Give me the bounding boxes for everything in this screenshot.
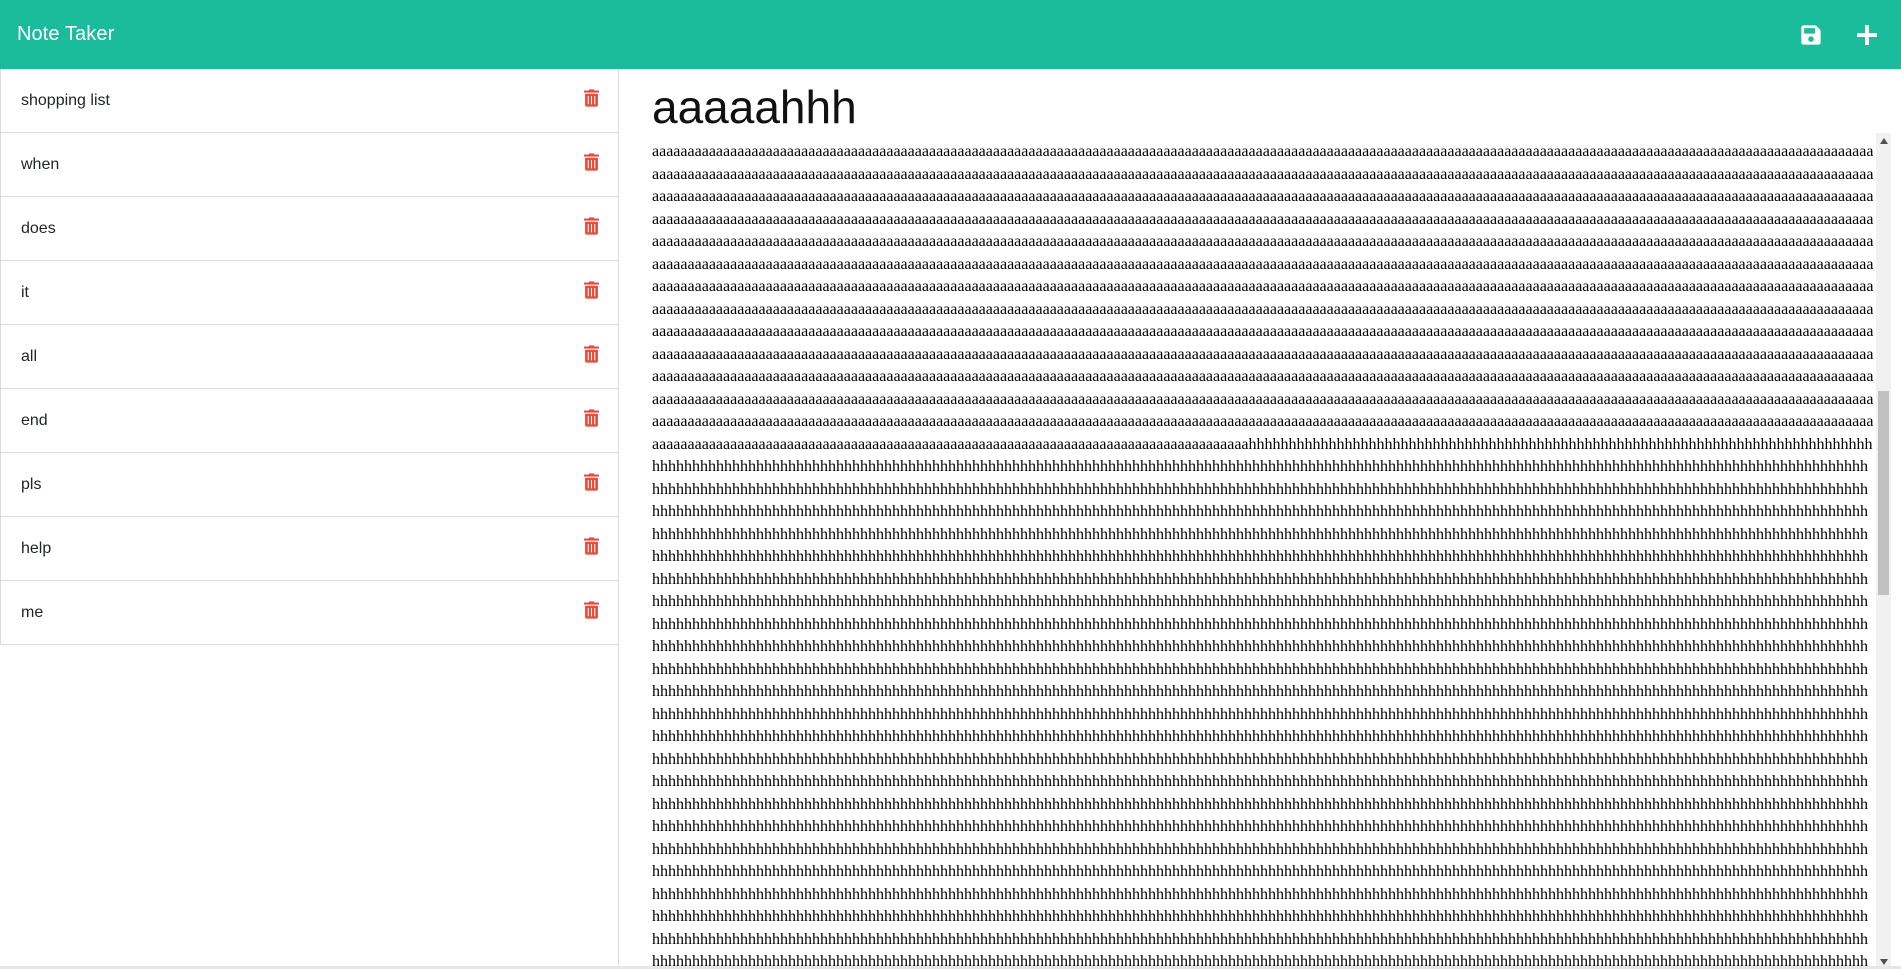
note-list-item-title: pls: [21, 475, 42, 493]
app-title[interactable]: Note Taker: [17, 23, 114, 46]
note-list-item[interactable]: it: [1, 261, 618, 325]
note-list-item[interactable]: help: [1, 517, 618, 581]
note-list-item-title: it: [21, 283, 29, 301]
note-editor: [620, 69, 1901, 969]
note-list: shopping list when does it all end pls help me: [0, 69, 618, 645]
navbar: Note Taker: [0, 0, 1901, 69]
trash-icon[interactable]: [582, 216, 600, 236]
note-body-textarea[interactable]: [652, 141, 1897, 969]
note-list-item[interactable]: does: [1, 197, 618, 261]
note-list-item-title: when: [21, 155, 60, 173]
note-list-item[interactable]: end: [1, 389, 618, 453]
trash-icon[interactable]: [582, 536, 600, 556]
trash-icon[interactable]: [582, 88, 600, 108]
trash-icon[interactable]: [582, 600, 600, 620]
note-list-item-title: me: [21, 603, 44, 621]
scrollbar-thumb[interactable]: [1878, 391, 1889, 595]
note-list-item-title: does: [21, 219, 56, 237]
scrollbar[interactable]: [1876, 133, 1891, 969]
nav-actions: [1798, 22, 1880, 48]
trash-icon[interactable]: [582, 472, 600, 492]
note-sidebar: shopping list when does it all end pls help me: [0, 69, 619, 969]
note-list-item-title: all: [21, 347, 38, 365]
note-list-item[interactable]: me: [1, 581, 618, 645]
note-list-item-title: help: [21, 539, 52, 557]
note-list-item-title: shopping list: [21, 91, 110, 109]
note-list-item[interactable]: shopping list: [1, 69, 618, 133]
trash-icon[interactable]: [582, 280, 600, 300]
note-list-item[interactable]: all: [1, 325, 618, 389]
trash-icon[interactable]: [582, 408, 600, 428]
save-icon[interactable]: [1798, 22, 1824, 48]
note-list-item-title: end: [21, 411, 48, 429]
trash-icon[interactable]: [582, 152, 600, 172]
note-title-input[interactable]: [652, 81, 1892, 133]
trash-icon[interactable]: [582, 344, 600, 364]
note-list-item[interactable]: pls: [1, 453, 618, 517]
scroll-up-arrow-icon[interactable]: [1876, 133, 1891, 148]
note-list-item[interactable]: when: [1, 133, 618, 197]
plus-icon[interactable]: [1854, 22, 1880, 48]
